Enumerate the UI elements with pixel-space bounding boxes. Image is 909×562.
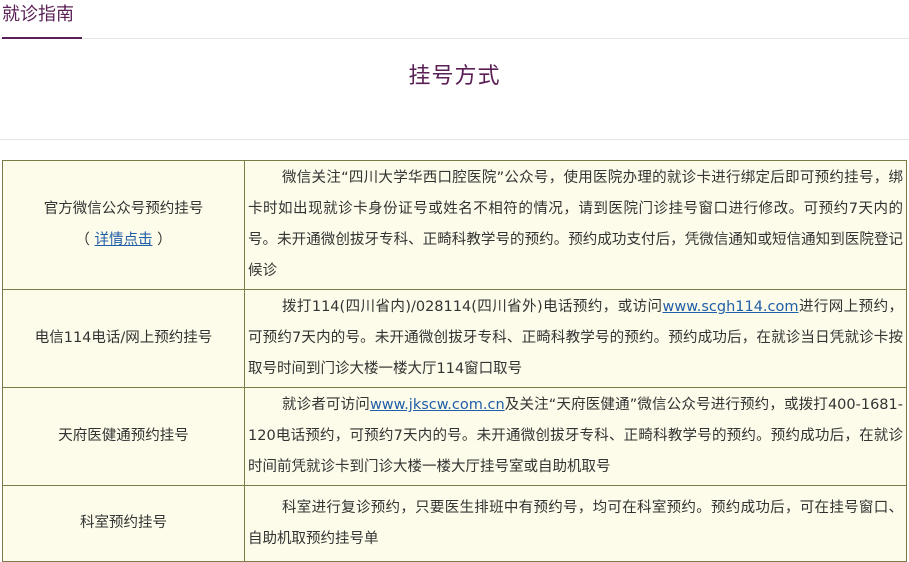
method-label: 天府医健通预约挂号 xyxy=(58,428,189,444)
registration-methods-table: 官方微信公众号预约挂号 （ 详情点击 ） 微信关注“四川大学华西口腔医院”公众号… xyxy=(2,160,907,562)
description-text: 拨打114(四川省内)/028114(四川省外)电话预约，或访问 xyxy=(282,299,663,315)
description-cell: 拨打114(四川省内)/028114(四川省外)电话预约，或访问www.scgh… xyxy=(244,289,907,388)
details-link[interactable]: 详情点击 xyxy=(95,232,153,248)
description-cell: 科室进行复诊预约，只要医生排班中有预约号，均可在科室预约。预约成功后，可在挂号窗… xyxy=(244,485,907,562)
method-label: 科室预约挂号 xyxy=(80,515,167,531)
table-row: 官方微信公众号预约挂号 （ 详情点击 ） 微信关注“四川大学华西口腔医院”公众号… xyxy=(2,160,907,290)
method-label: 电信114电话/网上预约挂号 xyxy=(34,330,213,346)
table-row: 电信114电话/网上预约挂号 拨打114(四川省内)/028114(四川省外)电… xyxy=(2,289,907,388)
method-cell: 科室预约挂号 xyxy=(2,485,245,562)
paren-open: （ xyxy=(75,232,95,248)
table-row: 科室预约挂号 科室进行复诊预约，只要医生排班中有预约号，均可在科室预约。预约成功… xyxy=(2,485,907,562)
method-label: 官方微信公众号预约挂号 xyxy=(43,201,204,217)
description-text: 就诊者可访问 xyxy=(282,397,370,413)
table-row: 天府医健通预约挂号 就诊者可访问www.jkscw.com.cn及关注“天府医健… xyxy=(2,387,907,486)
method-cell: 电信114电话/网上预约挂号 xyxy=(2,289,245,388)
method-cell: 天府医健通预约挂号 xyxy=(2,387,245,486)
paren-close: ） xyxy=(152,232,172,248)
tab-visit-guide[interactable]: 就诊指南 xyxy=(2,0,82,39)
tab-bar: 就诊指南 xyxy=(0,0,909,39)
method-cell: 官方微信公众号预约挂号 （ 详情点击 ） xyxy=(2,160,245,290)
description-cell: 微信关注“四川大学华西口腔医院”公众号，使用医院办理的就诊卡进行绑定后即可预约挂… xyxy=(244,160,907,290)
description-cell: 就诊者可访问www.jkscw.com.cn及关注“天府医健通”微信公众号进行预… xyxy=(244,387,907,486)
divider xyxy=(0,139,909,140)
detail-line: （ 详情点击 ） xyxy=(3,225,244,256)
jkscw-link[interactable]: www.jkscw.com.cn xyxy=(370,397,505,413)
page-title: 挂号方式 xyxy=(408,64,501,89)
scgh114-link[interactable]: www.scgh114.com xyxy=(662,299,798,315)
